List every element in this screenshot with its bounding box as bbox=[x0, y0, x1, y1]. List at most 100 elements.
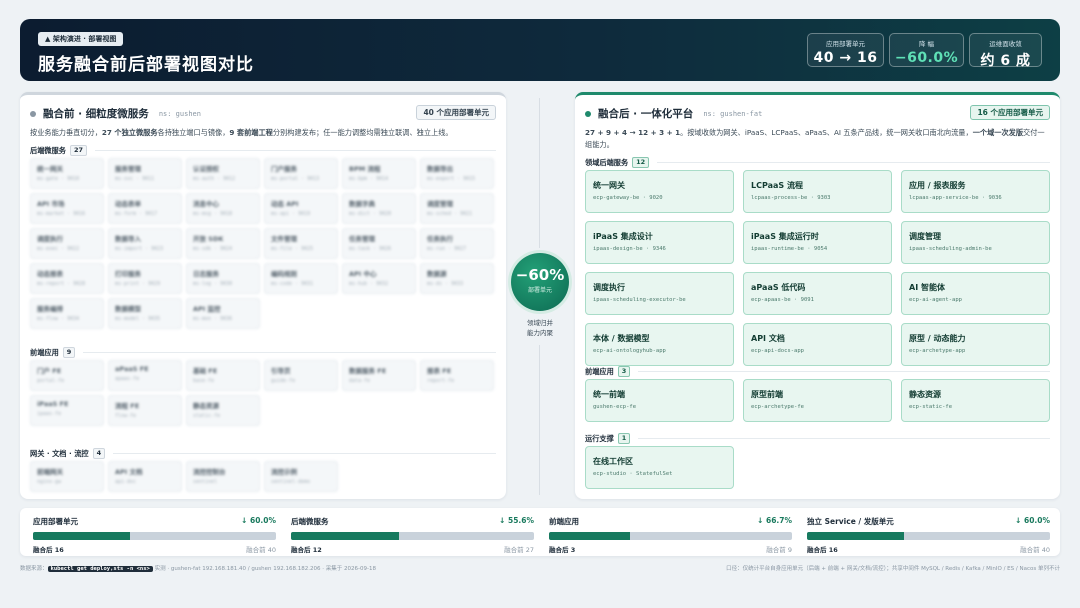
service-name: API 监控 bbox=[193, 305, 221, 313]
service-grid: 统一网关 ecp-gateway-be · 9020 LCPaaS 流程 lcpaas… bbox=[585, 170, 1050, 366]
service-tile[interactable]: 统一网关 ecp-gateway-be · 9020 bbox=[585, 170, 734, 213]
service-tile[interactable]: 消息中心 ms-msg · 9018 bbox=[186, 193, 260, 224]
summary-stat: 独立 Service / 发版单元 ↓ 60.0% 融合后 16 融合前 40 bbox=[807, 516, 1050, 554]
after-title: 融合后 · 一体化平台 ns: gushen-fat bbox=[585, 106, 762, 121]
service-tile[interactable]: API 监控 ms-mon · 9036 bbox=[186, 298, 260, 329]
reduction-note: 领域归并 能力内聚 bbox=[527, 319, 553, 337]
service-tile[interactable]: iPaaS FE ipaas-fe bbox=[30, 395, 104, 426]
service-tile[interactable]: 任务管理 ms-task · 9026 bbox=[342, 228, 416, 259]
section-header: 领域后端服务 12 bbox=[585, 157, 1050, 168]
summary-stat: 后端微服务 ↓ 55.6% 融合后 12 融合前 27 bbox=[291, 516, 534, 554]
stat-percent: ↓ 66.7% bbox=[757, 516, 792, 525]
service-tile[interactable]: iPaaS 集成运行时 ipaas-runtime-be · 9054 bbox=[743, 221, 892, 264]
service-tile[interactable]: 编码规则 ms-code · 9031 bbox=[264, 263, 338, 294]
service-tile[interactable]: 静态资源 static-fe bbox=[186, 395, 260, 426]
service-tile[interactable]: 任务执行 ms-run · 9027 bbox=[420, 228, 494, 259]
service-tile[interactable]: 数据字典 ms-dict · 9020 bbox=[342, 193, 416, 224]
service-name: 引导页 bbox=[271, 367, 291, 375]
service-tile[interactable]: 动态表单 ms-form · 9017 bbox=[108, 193, 182, 224]
service-tile[interactable]: 认证授权 ms-auth · 9012 bbox=[186, 158, 260, 189]
service-tile[interactable]: 本体 / 数据模型 ecp-ai-ontologyhub-app bbox=[585, 323, 734, 366]
service-tile[interactable]: 前端网关 nginx-gw bbox=[30, 461, 104, 492]
service-tile[interactable]: API 文档 api-doc bbox=[108, 461, 182, 492]
service-tile[interactable]: 服务管理 ms-svc · 9011 bbox=[108, 158, 182, 189]
service-grid: 统一网关 ms-gate · 9010 服务管理 ms-svc · 9011 认证授权 m… bbox=[30, 158, 494, 329]
service-tile[interactable]: 调度执行 ipaas-scheduling-executor-be bbox=[585, 272, 734, 315]
service-tile[interactable]: 日志服务 ms-log · 9030 bbox=[186, 263, 260, 294]
service-tile[interactable]: 调度执行 ms-exec · 9022 bbox=[30, 228, 104, 259]
summary-bar: 应用部署单元 ↓ 60.0% 融合后 16 融合前 40 后端微服务 ↓ 55.6% 融合后… bbox=[20, 508, 1060, 556]
after-description: 27 + 9 + 4 → 12 + 3 + 1。按域收敛为网关、iPaaS、LC… bbox=[585, 128, 1045, 149]
service-tile[interactable]: 动态 API ms-api · 9019 bbox=[264, 193, 338, 224]
service-name: iPaaS FE bbox=[37, 400, 69, 408]
service-name: 统一前端 bbox=[593, 390, 625, 399]
service-tile[interactable]: aPaaS FE apaas-fe bbox=[108, 360, 182, 391]
service-tile[interactable]: 引导页 guide-fe bbox=[264, 360, 338, 391]
service-tile[interactable]: 服务编排 ms-flow · 9034 bbox=[30, 298, 104, 329]
service-tile[interactable]: 在线工作区 ecp-studio · StatefulSet bbox=[585, 446, 734, 489]
service-name: BPM 流程 bbox=[349, 165, 381, 173]
service-code: ipaas-runtime-be · 9054 bbox=[751, 246, 828, 252]
service-code: nginx-gw bbox=[37, 479, 62, 485]
service-tile[interactable]: 流控示例 sentinel-demo bbox=[264, 461, 338, 492]
service-tile[interactable]: 调度管理 ipaas-scheduling-admin-be bbox=[901, 221, 1050, 264]
service-code: gushen-ecp-fe bbox=[593, 404, 637, 410]
service-tile[interactable]: 原型 / 动态能力 ecp-archetype-app bbox=[901, 323, 1050, 366]
service-tile[interactable]: 调度管理 ms-sched · 9021 bbox=[420, 193, 494, 224]
service-tile[interactable]: 打印服务 ms-print · 9029 bbox=[108, 263, 182, 294]
before-count-badge: 40 个应用部署单元 bbox=[416, 105, 496, 120]
service-code: ipaas-scheduling-admin-be bbox=[909, 246, 992, 252]
service-tile[interactable]: aPaaS 低代码 ecp-apaas-be · 9091 bbox=[743, 272, 892, 315]
service-tile[interactable]: API 文档 ecp-api-docs-app bbox=[743, 323, 892, 366]
service-tile[interactable]: API 市场 ms-market · 9016 bbox=[30, 193, 104, 224]
service-code: ms-bpm · 9014 bbox=[349, 176, 389, 182]
service-tile[interactable]: BPM 流程 ms-bpm · 9014 bbox=[342, 158, 416, 189]
service-code: ms-flow · 9034 bbox=[37, 316, 80, 322]
service-tile[interactable]: 开放 SDK ms-sdk · 9024 bbox=[186, 228, 260, 259]
service-tile[interactable]: 流控控制台 sentinel bbox=[186, 461, 260, 492]
service-tile[interactable]: 统一前端 gushen-ecp-fe bbox=[585, 379, 734, 422]
service-tile[interactable]: 基础 FE base-fe bbox=[186, 360, 260, 391]
service-tile[interactable]: 数据源 ms-ds · 9033 bbox=[420, 263, 494, 294]
service-tile[interactable]: 数据模型 ms-model · 9035 bbox=[108, 298, 182, 329]
service-tile[interactable]: LCPaaS 流程 lcpaas-process-be · 9303 bbox=[743, 170, 892, 213]
service-tile[interactable]: 应用 / 报表服务 lcpaas-app-service-be · 9036 bbox=[901, 170, 1050, 213]
service-tile[interactable]: 动态报表 ms-report · 9028 bbox=[30, 263, 104, 294]
service-code: ecp-static-fe bbox=[909, 404, 953, 410]
service-code: base-fe bbox=[193, 378, 215, 384]
section-count: 4 bbox=[92, 448, 106, 459]
service-name: 数据导入 bbox=[115, 235, 141, 243]
service-tile[interactable]: 门户服务 ms-portal · 9013 bbox=[264, 158, 338, 189]
service-name: 动态表单 bbox=[115, 200, 141, 208]
stat-progress-bar bbox=[807, 532, 1050, 540]
stat-progress-bar bbox=[291, 532, 534, 540]
service-tile[interactable]: 数据导入 ms-import · 9023 bbox=[108, 228, 182, 259]
service-name: API 市场 bbox=[37, 200, 65, 208]
service-code: ms-svc · 9011 bbox=[115, 176, 155, 182]
service-name: 应用 / 报表服务 bbox=[909, 181, 966, 190]
service-tile[interactable]: 原型前端 ecp-archetype-fe bbox=[743, 379, 892, 422]
service-name: 调度执行 bbox=[593, 283, 625, 292]
service-tile[interactable]: iPaaS 集成设计 ipaas-design-be · 9346 bbox=[585, 221, 734, 264]
service-tile[interactable]: 文件管理 ms-file · 9025 bbox=[264, 228, 338, 259]
section-label: 网关 · 文档 · 流控 bbox=[30, 448, 89, 458]
service-tile[interactable]: API 中心 ms-hub · 9032 bbox=[342, 263, 416, 294]
service-tile[interactable]: 数据导出 ms-export · 9015 bbox=[420, 158, 494, 189]
service-code: ipaas-scheduling-executor-be bbox=[593, 297, 686, 303]
service-tile[interactable]: 门户 FE portal-fe bbox=[30, 360, 104, 391]
service-code: lcpaas-process-be · 9303 bbox=[751, 195, 831, 201]
service-name: 数据导出 bbox=[427, 165, 453, 173]
service-tile[interactable]: 数据服务 FE data-fe bbox=[342, 360, 416, 391]
service-tile[interactable]: 统一网关 ms-gate · 9010 bbox=[30, 158, 104, 189]
service-tile[interactable]: AI 智能体 ecp-ai-agent-app bbox=[901, 272, 1050, 315]
service-code: ms-print · 9029 bbox=[115, 281, 161, 287]
service-name: 调度执行 bbox=[37, 235, 63, 243]
service-code: ecp-api-docs-app bbox=[751, 348, 804, 354]
service-name: aPaaS 低代码 bbox=[751, 283, 806, 292]
service-name: 前端网关 bbox=[37, 468, 63, 476]
service-tile[interactable]: 流程 FE flow-fe bbox=[108, 395, 182, 426]
service-tile[interactable]: 静态资源 ecp-static-fe bbox=[901, 379, 1050, 422]
service-code: guide-fe bbox=[271, 378, 296, 384]
service-tile[interactable]: 报表 FE report-fe bbox=[420, 360, 494, 391]
stat-progress-bar bbox=[549, 532, 792, 540]
